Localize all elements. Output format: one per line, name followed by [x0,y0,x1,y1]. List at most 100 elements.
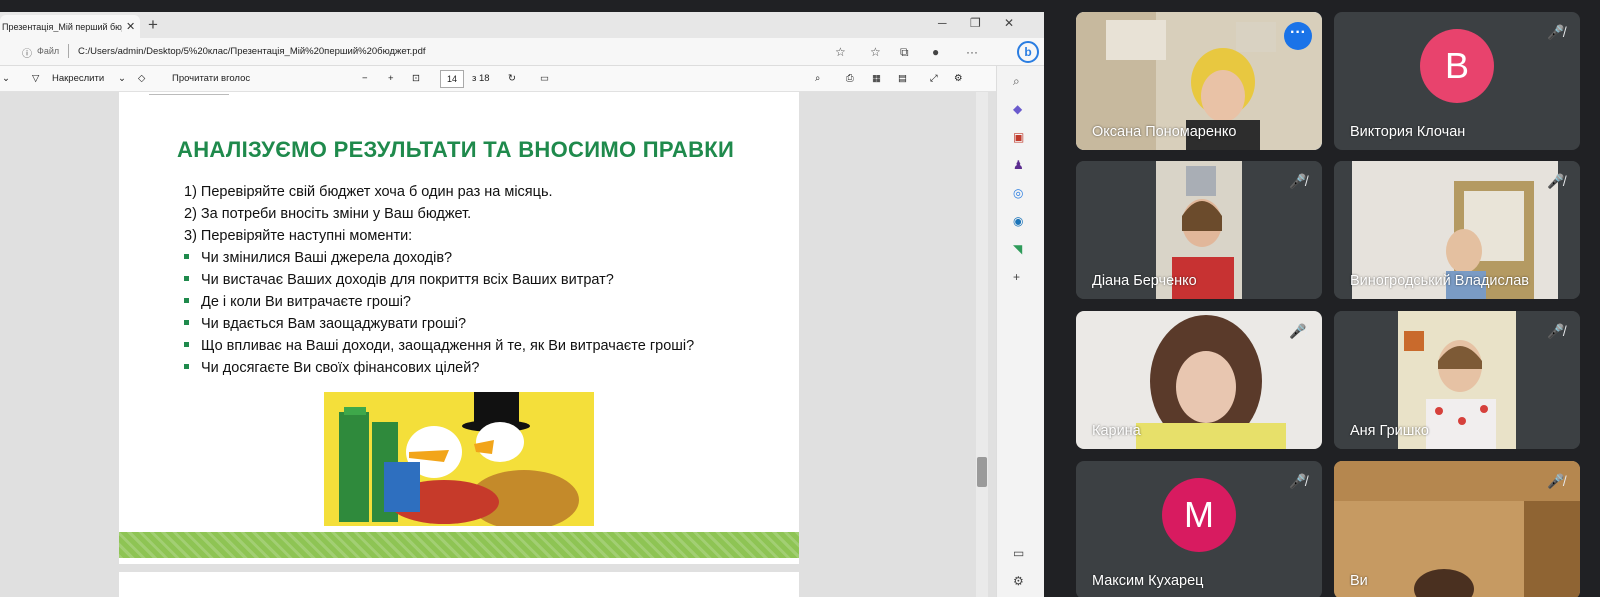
minimize-icon[interactable]: ─ [938,16,947,30]
more-options-icon[interactable]: ··· [1284,22,1312,50]
page-number-input[interactable]: 14 [440,70,464,88]
bullet-marker [184,341,189,347]
participant-name: Карина [1092,423,1141,439]
bullet-text: Чи досягаєте Ви своїх фінансових цілей? [201,360,480,376]
draw-icon[interactable]: ▽ [32,73,39,84]
bullet-text: Що впливає на Ваші доходи, заощадження й… [201,338,695,354]
avatar: М [1162,478,1236,552]
mic-off-icon: 🎤̸ [1547,323,1565,339]
sidebar-search-icon[interactable]: ⌕ [1013,74,1020,89]
participant-name: Оксана Пономаренко [1092,124,1237,140]
participant-tile[interactable]: 🎤̸ М Максим Кухарец [1076,461,1322,597]
sidebar-shopping-icon[interactable]: ▣ [1013,130,1024,144]
collections-icon[interactable]: ⧉ [900,45,909,60]
participant-tile[interactable]: 🎤̸ Виногродський Владислав [1334,161,1580,299]
save-as-icon[interactable]: ▤ [898,73,907,84]
participant-name: Максим Кухарец [1092,573,1204,589]
print-icon[interactable]: ⎙ [846,73,854,84]
search-icon[interactable]: ⌕ [815,73,820,84]
bullet-item: Чи вистачає Ваших доходів для покриття в… [184,272,614,288]
sidebar-people-icon[interactable]: ♟ [1013,158,1024,172]
sidebar-add-icon[interactable]: + [1013,270,1020,284]
zoom-out-icon[interactable]: − [362,73,368,84]
bullet-marker [184,275,189,281]
browser-tab-active[interactable]: Презентація_Мій перший бюдж ✕ [0,15,140,38]
address-url[interactable]: C:/Users/admin/Desktop/5%20клас/Презента… [78,46,426,57]
participants-grid: ··· Оксана Пономаренко 🎤̸ В Виктория Кло… [1044,0,1600,597]
bing-icon[interactable]: b [1017,41,1039,63]
slide-title: АНАЛІЗУЄМО РЕЗУЛЬТАТИ ТА ВНОСИМО ПРАВКИ [177,137,735,162]
mic-off-icon: 🎤̸ [1547,473,1565,489]
save-icon[interactable]: ▦ [872,73,881,84]
sidebar-settings-icon[interactable]: ⚙ [1013,574,1024,588]
page-header-logo [149,94,229,102]
browser-window: Презентація_Мій перший бюдж ✕ + ─ ❐ ✕ ⓘ … [0,12,1044,597]
new-tab-icon[interactable]: + [148,15,158,35]
participant-tile[interactable]: 🎤̸ Діана Берченко [1076,161,1322,299]
toolbar-menu-icon[interactable]: ⌄ [2,73,10,84]
eraser-icon[interactable]: ◇ [138,73,145,84]
scrooge-mcduck-illustration [324,392,594,526]
bullet-marker [184,319,189,325]
mic-off-icon: 🎤̸ [1289,173,1307,189]
page-total-label: з 18 [472,73,490,84]
pdf-toolbar: ⌄ ▽ Накреслити ⌄ ◇ Прочитати вголос − + … [0,66,1044,92]
bullet-marker [184,253,189,259]
tab-bar: Презентація_Мій перший бюдж ✕ + ─ ❐ ✕ [0,12,1044,38]
info-icon[interactable]: ⓘ [22,45,32,60]
more-menu-icon[interactable]: ··· [966,45,978,59]
pdf-viewer[interactable]: АНАЛІЗУЄМО РЕЗУЛЬТАТИ ТА ВНОСИМО ПРАВКИ … [0,92,996,597]
bullet-marker [184,363,189,369]
participant-tile[interactable]: 🎤̸ Карина [1076,311,1322,449]
sidebar-layout-icon[interactable]: ▭ [1013,546,1024,560]
read-aloud-icon[interactable]: ☆ [835,45,846,59]
participant-name: Виногродський Владислав [1350,273,1530,289]
browser-sidebar: ⌕ ◆ ▣ ♟ ◎ ◉ ◥ + ▭ ⚙ [996,66,1044,597]
mic-off-icon: 🎤̸ [1547,173,1565,189]
next-pdf-page [119,572,799,597]
zoom-in-icon[interactable]: + [388,73,394,84]
fit-page-icon[interactable]: ⊡ [412,73,420,84]
close-tab-icon[interactable]: ✕ [126,20,135,33]
bullet-item: Що впливає на Ваші доходи, заощадження й… [184,338,694,354]
participant-name: Аня Гришко [1350,423,1429,439]
pdf-scrollbar[interactable] [976,92,988,597]
rotate-icon[interactable]: ↻ [508,73,516,84]
screen: Презентація_Мій перший бюдж ✕ + ─ ❐ ✕ ⓘ … [0,0,1600,597]
pdf-page: АНАЛІЗУЄМО РЕЗУЛЬТАТИ ТА ВНОСИМО ПРАВКИ … [119,92,799,564]
participant-tile[interactable]: ··· Оксана Пономаренко [1076,12,1322,150]
sidebar-tag-icon[interactable]: ◆ [1013,102,1022,116]
mic-off-icon: 🎤̸ [1289,473,1307,489]
page-view-icon[interactable]: ▭ [540,73,549,84]
participant-name: Діана Берченко [1092,273,1197,289]
address-separator [68,44,69,58]
draw-dropdown-icon[interactable]: ⌄ [118,73,126,84]
numbered-item: 3) Перевіряйте наступні моменти: [184,228,413,244]
participant-tile[interactable]: 🎤̸ Ви [1334,461,1580,597]
draw-button[interactable]: Накреслити [52,73,104,84]
sidebar-office-icon[interactable]: ◎ [1013,186,1023,200]
numbered-item: 2) За потреби вносіть зміни у Ваш бюджет… [184,206,472,222]
participant-tile[interactable]: 🎤̸ В Виктория Клочан [1334,12,1580,150]
mic-off-icon: 🎤̸ [1547,24,1565,40]
read-aloud-button[interactable]: Прочитати вголос [172,73,250,84]
sidebar-outlook-icon[interactable]: ◉ [1013,214,1023,228]
fullscreen-icon[interactable]: ⤢ [930,73,938,84]
favorite-star-icon[interactable]: ☆ [870,45,881,59]
settings-icon[interactable]: ⚙ [954,73,963,84]
slide-footer-strip [119,532,799,558]
address-bar[interactable]: ⓘ Файл C:/Users/admin/Desktop/5%20клас/П… [0,38,1044,66]
restore-icon[interactable]: ❐ [970,16,981,30]
bullet-item: Чи досягаєте Ви своїх фінансових цілей? [184,360,479,376]
participant-video [1334,461,1580,597]
participant-tile[interactable]: 🎤̸ Аня Гришко [1334,311,1580,449]
profile-icon[interactable]: ● [932,45,939,59]
address-scheme-label: Файл [37,46,60,56]
avatar: В [1420,29,1494,103]
sidebar-send-icon[interactable]: ◥ [1013,242,1022,256]
mic-off-icon: 🎤̸ [1289,323,1307,339]
scrollbar-thumb[interactable] [977,457,987,487]
bullet-text: Де і коли Ви витрачаєте гроші? [201,294,411,310]
numbered-item: 1) Перевіряйте свій бюджет хоча б один р… [184,184,553,200]
close-window-icon[interactable]: ✕ [1004,16,1014,30]
